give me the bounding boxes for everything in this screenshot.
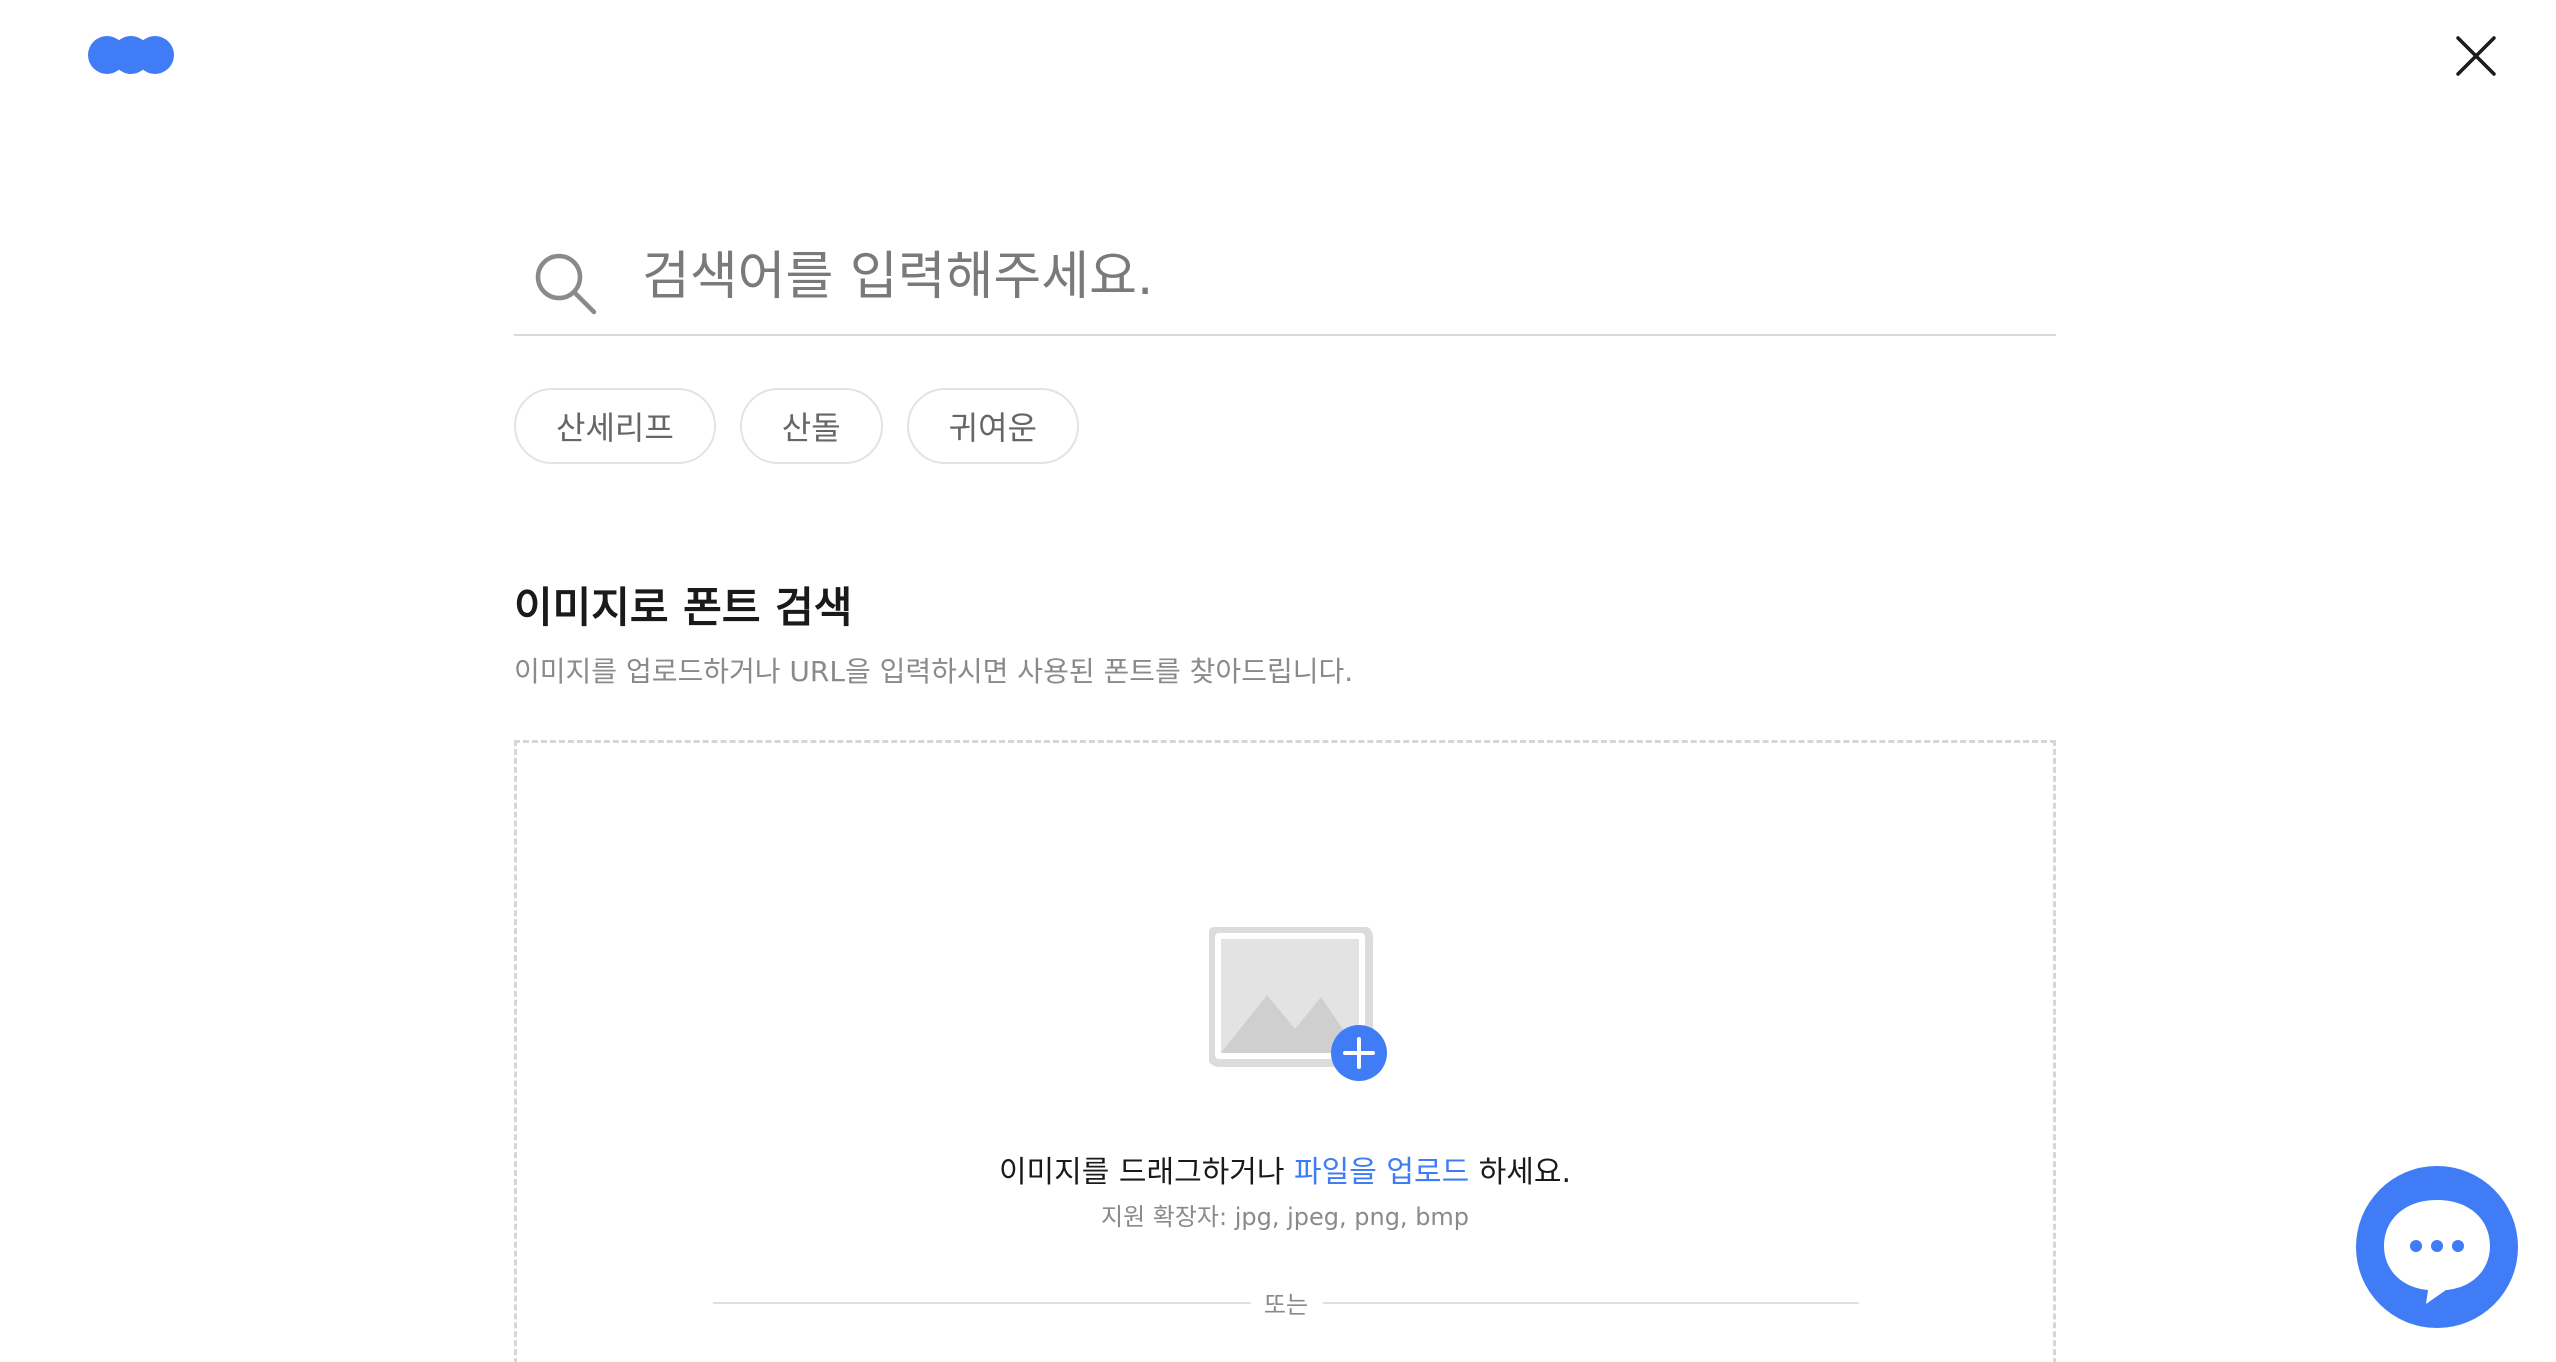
chip-sandoll[interactable]: 산돌: [739, 388, 883, 464]
drop-text-after: 하세요.: [1469, 1155, 1572, 1190]
search-bar: [514, 222, 2056, 336]
upload-file-link[interactable]: 파일을 업로드: [1294, 1155, 1469, 1190]
drop-text-before: 이미지를 드래그하거나: [998, 1155, 1295, 1190]
close-icon: [2456, 36, 2496, 76]
suggestion-chips: 산세리프 산돌 귀여운: [514, 388, 1079, 464]
image-add-icon[interactable]: [1209, 927, 1409, 1095]
logo-icon[interactable]: [88, 36, 174, 76]
chip-cute[interactable]: 귀여운: [906, 388, 1079, 464]
section-description: 이미지를 업로드하거나 URL을 입력하시면 사용된 폰트를 찾아드립니다.: [514, 655, 1354, 688]
image-dropzone[interactable]: 이미지를 드래그하거나 파일을 업로드 하세요. 지원 확장자: jpg, jp…: [514, 740, 2056, 1362]
supported-extensions: 지원 확장자: jpg, jpeg, png, bmp: [1100, 1203, 1470, 1231]
or-divider: 또는: [713, 1285, 1859, 1321]
section-title: 이미지로 폰트 검색: [514, 583, 853, 632]
search-icon: [535, 253, 597, 315]
chip-sans-serif[interactable]: 산세리프: [514, 388, 716, 464]
divider-line-right: [1323, 1302, 1859, 1304]
close-button[interactable]: [2452, 32, 2500, 80]
chat-button[interactable]: [2356, 1166, 2518, 1328]
drop-instruction: 이미지를 드래그하거나 파일을 업로드 하세요.: [517, 1147, 2053, 1191]
chat-bubble-icon: [2384, 1200, 2490, 1304]
search-input[interactable]: [640, 236, 2024, 318]
font-search-page: 산세리프 산돌 귀여운 이미지로 폰트 검색 이미지를 업로드하거나 URL을 …: [0, 0, 2556, 1362]
